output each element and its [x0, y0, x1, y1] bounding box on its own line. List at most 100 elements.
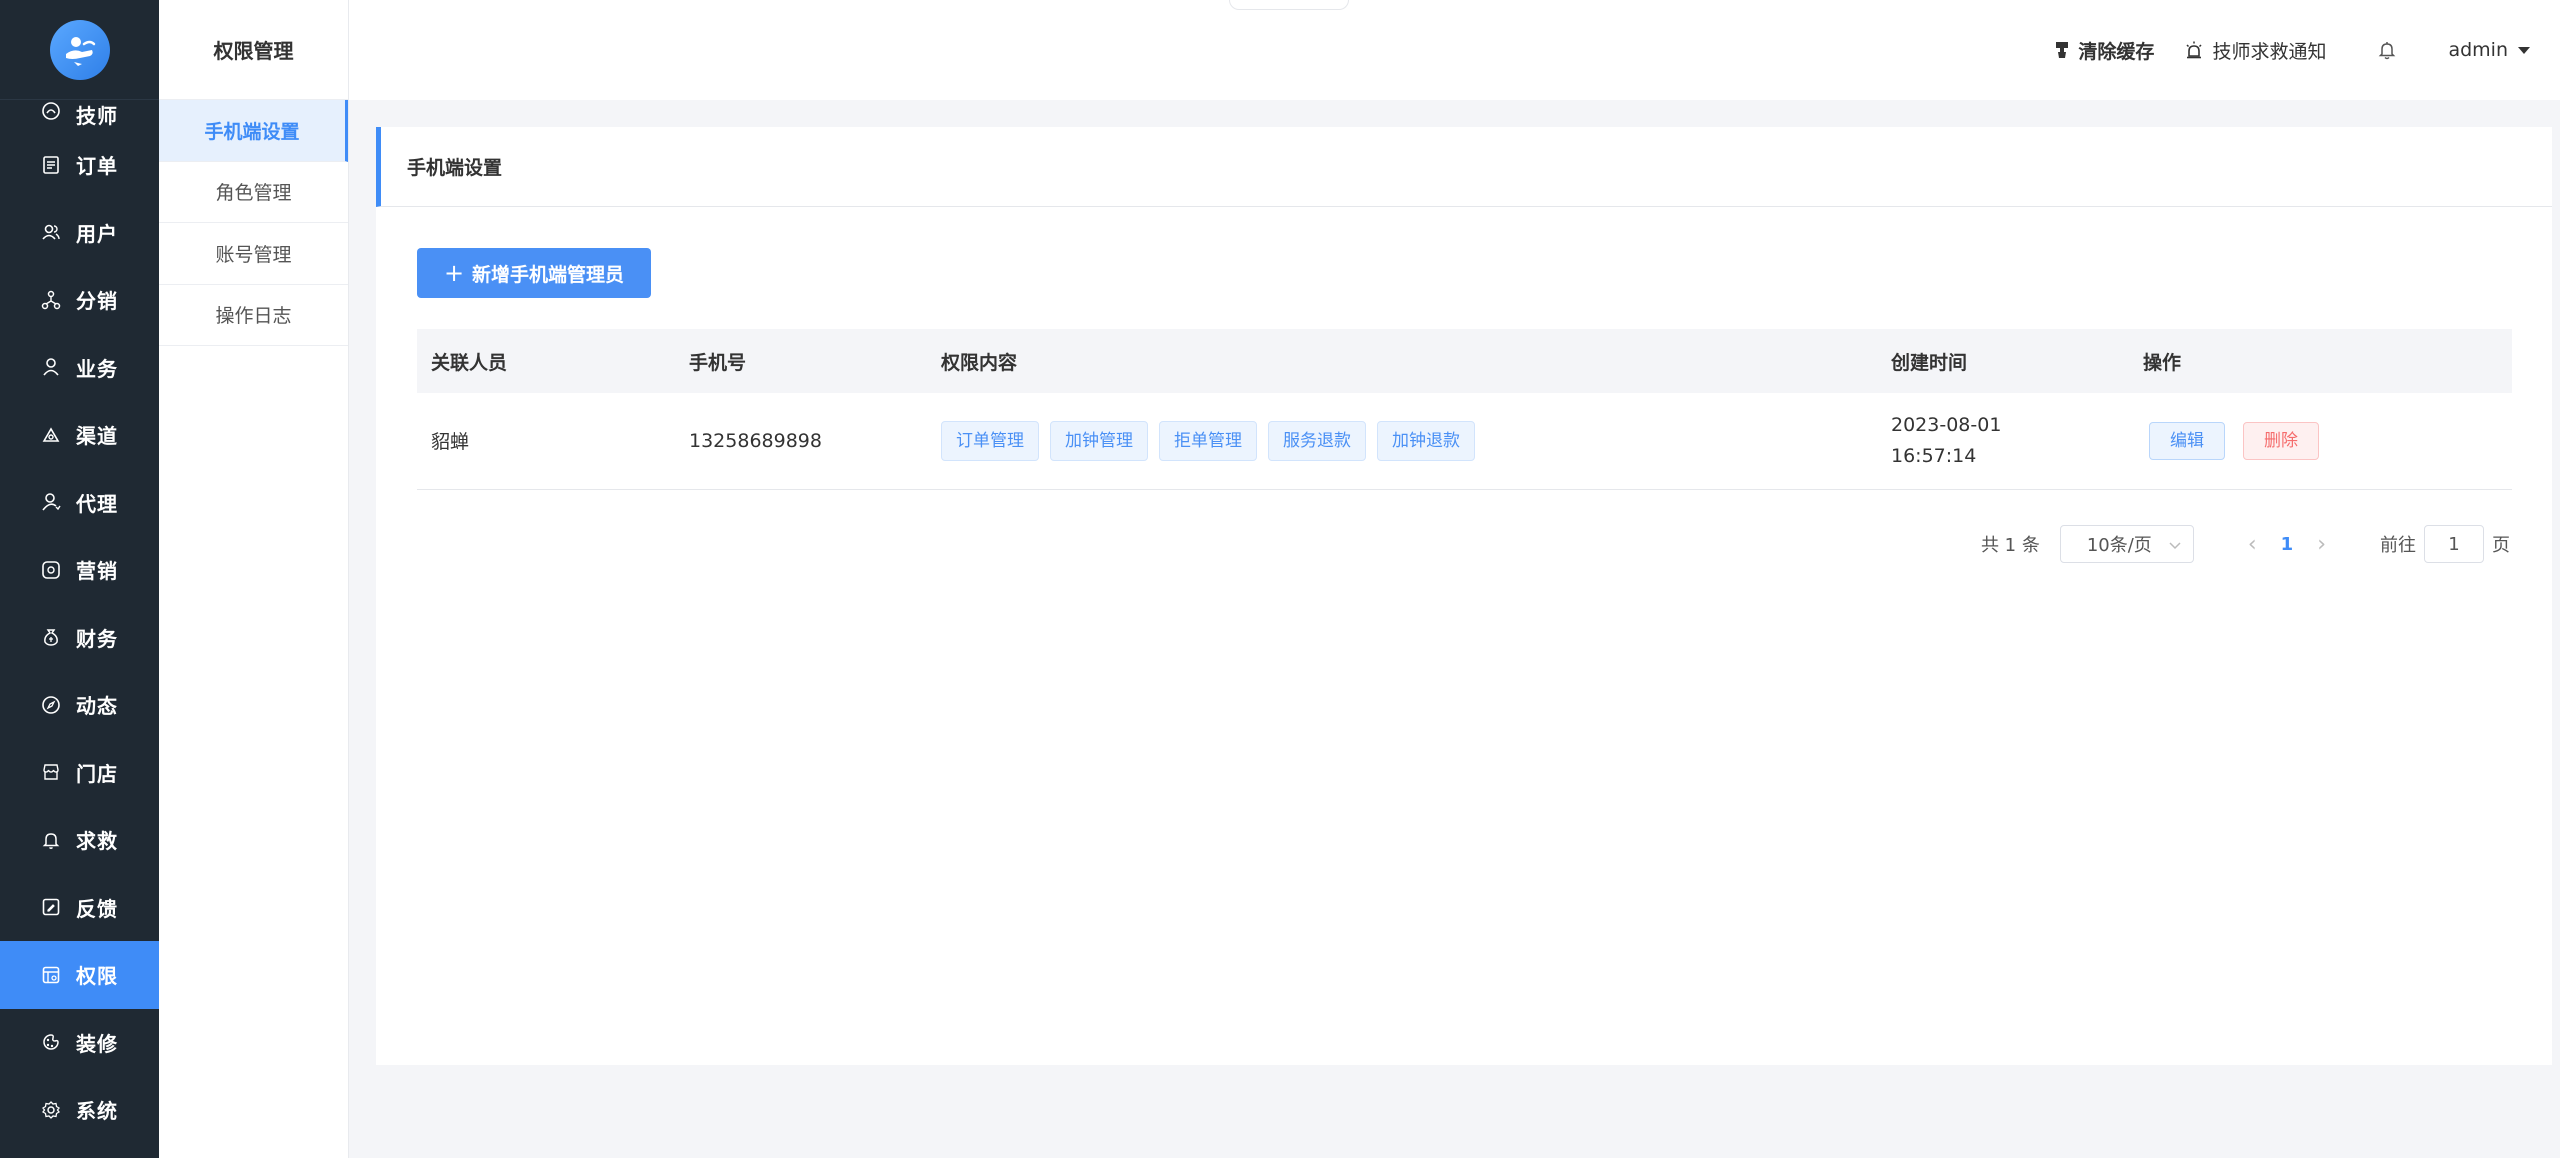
sidebar-item-label: 订单 — [76, 154, 118, 179]
sos-notice-button[interactable]: 技师求救通知 — [2184, 37, 2326, 64]
compass-icon — [40, 694, 62, 716]
permission-tag: 订单管理 — [941, 420, 1039, 461]
submenu-item-role-management[interactable]: 角色管理 — [159, 162, 348, 223]
permission-tag: 拒单管理 — [1159, 420, 1257, 461]
page-size-select[interactable]: 10条/页 — [2059, 525, 2194, 563]
sidebar-item-marketing[interactable]: 营销 — [0, 536, 159, 604]
store-icon — [40, 761, 62, 783]
table-header-row: 关联人员 手机号 权限内容 创建时间 操作 — [417, 329, 2512, 393]
clear-cache-label: 清除缓存 — [2078, 40, 2155, 63]
finance-icon — [40, 626, 62, 648]
decor-icon — [40, 1031, 62, 1053]
sidebar-item-order[interactable]: 订单 — [0, 131, 159, 199]
sidebar-item-channel[interactable]: 渠道 — [0, 401, 159, 469]
goto-label: 前往 — [2380, 535, 2416, 556]
main-sidebar: 技师 订单 用户 分销 业务 渠道 代理 营销 财务 动态 门店 求救 反馈 权… — [0, 0, 159, 1158]
header-notch — [1229, 0, 1349, 10]
clear-cache-button[interactable]: 清除缓存 — [2054, 37, 2154, 64]
sidebar-item-label: 装修 — [76, 1031, 118, 1056]
permission-tag: 服务退款 — [1268, 420, 1366, 461]
chevron-down-icon — [2169, 534, 2181, 555]
cell-created-time: 2023-08-01 16:57:14 — [1877, 393, 2129, 490]
brush-icon — [2054, 41, 2070, 59]
sidebar-item-label: 渠道 — [76, 424, 118, 449]
goto-page-input[interactable]: 1 — [2424, 525, 2484, 563]
sidebar-item-label: 财务 — [76, 626, 118, 651]
feedback-icon — [40, 896, 62, 918]
caret-down-icon — [2518, 46, 2530, 54]
gear-icon — [40, 1099, 62, 1121]
sidebar-item-label: 系统 — [76, 1099, 118, 1124]
column-header: 手机号 — [675, 329, 927, 393]
sidebar-item-permission[interactable]: 权限 — [0, 941, 159, 1009]
goto-suffix: 页 — [2492, 535, 2510, 556]
cell-permissions: 订单管理 加钟管理 拒单管理 服务退款 加钟退款 — [927, 393, 1877, 490]
user-menu[interactable]: admin — [2448, 39, 2530, 61]
sidebar-item-label: 技师 — [76, 104, 118, 128]
sidebar-item-label: 代理 — [76, 491, 118, 516]
add-button-label: 新增手机端管理员 — [472, 263, 625, 286]
sidebar-item-sos[interactable]: 求救 — [0, 806, 159, 874]
sidebar-item-label: 动态 — [76, 694, 118, 719]
cell-actions: 编辑 删除 — [2129, 393, 2512, 490]
logo-icon — [65, 36, 95, 66]
alarm-icon — [2184, 40, 2204, 60]
edit-button[interactable]: 编辑 — [2149, 421, 2225, 460]
add-mobile-admin-button[interactable]: + 新增手机端管理员 — [417, 248, 651, 298]
column-header: 创建时间 — [1877, 329, 2129, 393]
column-header: 操作 — [2129, 329, 2512, 393]
logo-area — [0, 0, 159, 100]
sidebar-item-technician[interactable]: 技师 — [0, 100, 159, 131]
submenu-title: 权限管理 — [159, 0, 348, 100]
sidebar-item-finance[interactable]: 财务 — [0, 604, 159, 672]
plus-icon: + — [443, 259, 465, 287]
prev-page-icon[interactable]: ‹ — [2248, 532, 2257, 557]
permission-tag: 加钟退款 — [1377, 420, 1475, 461]
sidebar-item-store[interactable]: 门店 — [0, 739, 159, 807]
sidebar-item-feedback[interactable]: 反馈 — [0, 874, 159, 942]
permission-icon — [40, 964, 62, 986]
sidebar-item-decor[interactable]: 装修 — [0, 1009, 159, 1077]
submenu-item-mobile-settings[interactable]: 手机端设置 — [159, 100, 348, 162]
sidebar-item-label: 反馈 — [76, 896, 118, 921]
sidebar-item-label: 业务 — [76, 356, 118, 381]
users-icon — [40, 221, 62, 243]
username: admin — [2448, 39, 2508, 61]
sidebar-item-dynamic[interactable]: 动态 — [0, 671, 159, 739]
card-title: 手机端设置 — [376, 127, 2552, 207]
logo — [49, 19, 110, 80]
sidebar-item-agent[interactable]: 代理 — [0, 469, 159, 537]
sidebar-item-label: 营销 — [76, 559, 118, 584]
page-number-current[interactable]: 1 — [2281, 534, 2294, 555]
business-icon — [40, 356, 62, 378]
submenu-item-account-management[interactable]: 账号管理 — [159, 223, 348, 285]
content-card: 手机端设置 + 新增手机端管理员 关联人员 手机号 权限内容 创建时间 操作 貂… — [376, 127, 2552, 1065]
bell-icon — [40, 829, 62, 851]
cell-phone: 13258689898 — [675, 393, 927, 490]
sidebar-item-system[interactable]: 系统 — [0, 1076, 159, 1144]
sidebar-item-distribution[interactable]: 分销 — [0, 266, 159, 334]
order-icon — [40, 154, 62, 176]
sidebar-item-label: 求救 — [76, 829, 118, 854]
channel-icon — [40, 424, 62, 446]
notification-bell-icon[interactable] — [2376, 39, 2398, 61]
delete-button[interactable]: 删除 — [2243, 421, 2319, 460]
permission-tag: 加钟管理 — [1050, 420, 1148, 461]
submenu: 权限管理 手机端设置 角色管理 账号管理 操作日志 — [159, 0, 349, 1158]
submenu-item-operation-log[interactable]: 操作日志 — [159, 285, 348, 346]
technician-icon — [40, 100, 62, 122]
created-date: 2023-08-01 — [1891, 413, 2002, 436]
sidebar-item-users[interactable]: 用户 — [0, 199, 159, 267]
marketing-icon — [40, 559, 62, 581]
agent-icon — [40, 491, 62, 513]
sidebar-item-business[interactable]: 业务 — [0, 334, 159, 402]
pagination: 共 1 条 10条/页 ‹ 1 › 前往 1 页 — [1981, 525, 2510, 563]
table-row: 貂蝉 13258689898 订单管理 加钟管理 拒单管理 服务退款 加钟退款 2023… — [417, 393, 2512, 490]
next-page-icon[interactable]: › — [2317, 532, 2326, 557]
created-clock: 16:57:14 — [1891, 444, 1977, 467]
column-header: 关联人员 — [417, 329, 675, 393]
admin-table: 关联人员 手机号 权限内容 创建时间 操作 貂蝉 13258689898 订单管… — [417, 329, 2512, 490]
top-header: 清除缓存 技师求救通知 admin — [349, 0, 2560, 100]
sidebar-item-label: 用户 — [76, 221, 118, 246]
distribution-icon — [40, 289, 62, 311]
